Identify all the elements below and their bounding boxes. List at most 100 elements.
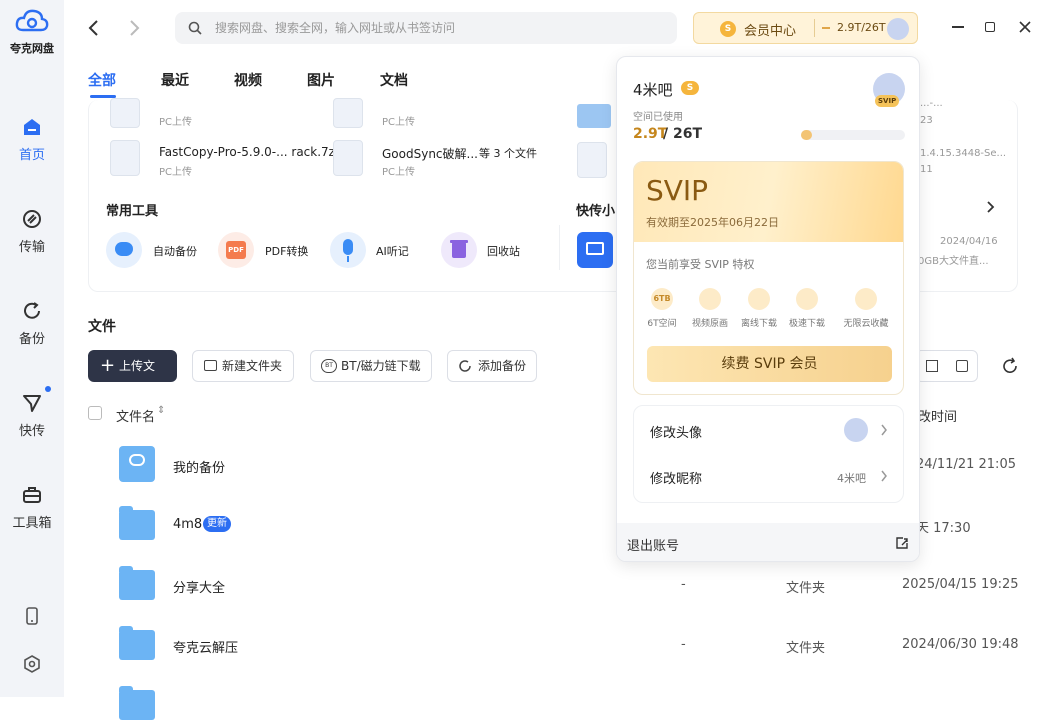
bt-magnet-button[interactable]: BT BT/磁力链下载	[310, 350, 432, 382]
change-nickname-label: 修改昵称	[650, 472, 703, 487]
sidebar-item-label: 快传	[18, 424, 45, 439]
logout-row[interactable]: 退出账号	[617, 523, 919, 561]
tab-recent[interactable]: 最近	[161, 70, 189, 90]
chevron-left-icon	[88, 20, 98, 36]
logout-icon	[896, 537, 908, 549]
privilege-video: 视频原画	[686, 288, 734, 329]
file-icon	[577, 142, 607, 178]
recent-file-sub: PC上传	[382, 167, 416, 178]
trash-icon	[441, 232, 477, 268]
tools-title: 常用工具	[106, 204, 159, 219]
chevron-right-icon	[130, 20, 140, 36]
member-center-button[interactable]: S 会员中心 2.9T/26T	[693, 12, 918, 44]
minimize-button[interactable]	[952, 26, 964, 28]
file-time: 2025/04/15 19:25	[902, 577, 1019, 592]
divider	[814, 19, 815, 37]
avatar	[887, 18, 909, 40]
quick-date: 2024/04/16	[940, 236, 998, 247]
transfer-icon	[23, 210, 41, 228]
refresh-button[interactable]	[1001, 357, 1019, 379]
tab-all[interactable]: 全部	[88, 70, 116, 90]
quick-desc: 0GB大文件直...	[918, 256, 989, 267]
file-name[interactable]: 4m8	[173, 517, 202, 532]
change-avatar-row[interactable]: 修改头像	[634, 406, 903, 454]
close-button[interactable]	[1018, 20, 1032, 38]
microphone-icon	[330, 232, 366, 268]
tab-image[interactable]: 图片	[307, 70, 335, 90]
maximize-button[interactable]	[985, 22, 995, 32]
tab-video[interactable]: 视频	[234, 70, 262, 90]
sidebar-item-toolbox[interactable]: 工具箱	[0, 484, 64, 531]
video-icon	[699, 288, 721, 310]
recent-file-name-partial: ...-...	[920, 98, 943, 109]
view-toggle	[915, 350, 978, 382]
column-header-time[interactable]: 改时间	[918, 406, 957, 425]
recent-file-sub: PC上传	[159, 167, 193, 178]
storage-progress-fill	[801, 130, 813, 140]
app-logo[interactable]: 夸克网盘	[0, 8, 64, 56]
select-all-checkbox[interactable]	[88, 406, 102, 420]
privilege-speed: 极速下载	[783, 288, 831, 329]
sidebar-item-home[interactable]: 首页	[0, 116, 64, 163]
storage-progress-bar	[801, 130, 905, 140]
recent-file-count: 等 3 个文件	[479, 147, 537, 160]
storage-text: 2.9T/26T	[837, 21, 886, 34]
cloud-collect-icon	[855, 288, 877, 310]
column-header-name[interactable]: 文件名	[116, 406, 155, 425]
grid-view-icon[interactable]	[926, 360, 938, 372]
backup-icon	[24, 302, 40, 319]
sort-icon[interactable]: ⇕	[157, 405, 165, 416]
back-button[interactable]	[85, 18, 103, 42]
phone-icon[interactable]	[23, 607, 41, 629]
recent-file-sub: 11	[920, 164, 933, 175]
file-icon	[577, 104, 611, 128]
folder-icon	[119, 506, 155, 540]
sidebar: 夸克网盘 首页 传输 备份 快传 工具箱	[0, 0, 64, 697]
cloud-logo-icon	[15, 9, 49, 32]
chevron-right-icon	[881, 470, 887, 482]
sidebar-item-quick-send[interactable]: 快传	[0, 392, 64, 439]
refresh-icon	[1003, 357, 1017, 373]
search-input[interactable]: 搜索网盘、搜索全网，输入网址或从书签访问	[175, 12, 677, 44]
add-backup-label: 添加备份	[478, 359, 527, 373]
thumbnail-view-icon[interactable]	[956, 360, 968, 372]
close-icon	[1019, 21, 1031, 33]
recent-file-name[interactable]: FastCopy-Pro-5.9.0-... rack.7z	[159, 145, 335, 159]
settings-icon[interactable]	[23, 655, 41, 677]
renew-svip-button[interactable]: 续费 SVIP 会员	[647, 346, 892, 382]
file-name[interactable]: 夸克云解压	[173, 637, 238, 656]
popup-username: 4米吧	[633, 81, 673, 99]
upload-button[interactable]: + 上传文件	[88, 350, 177, 403]
privilege-storage: 6TB 6T空间	[638, 288, 686, 329]
member-center-label: 会员中心	[744, 24, 797, 39]
tool-ai-listen[interactable]: AI听记	[330, 232, 430, 268]
logout-label: 退出账号	[627, 539, 680, 554]
toolbox-icon	[23, 487, 41, 503]
update-badge: 更新	[203, 516, 231, 532]
quick-send-device-icon[interactable]	[577, 232, 613, 268]
recent-file-name[interactable]: 1.4.15.3448-Se...	[920, 148, 1006, 159]
app-name: 夸克网盘	[10, 42, 54, 55]
lightning-icon	[796, 288, 818, 310]
add-backup-button[interactable]: 添加备份	[447, 350, 537, 382]
tool-pdf-convert[interactable]: PDF PDF转换	[218, 232, 318, 268]
zip-file-icon	[333, 140, 363, 176]
recent-file-name[interactable]: GoodSync破解...	[382, 145, 478, 162]
forward-button[interactable]	[125, 18, 143, 42]
sidebar-item-transfer[interactable]: 传输	[0, 208, 64, 255]
quick-next-button[interactable]	[985, 200, 997, 218]
files-section-title: 文件	[88, 319, 116, 335]
quick-send-icon	[23, 395, 41, 412]
sidebar-item-label: 首页	[18, 148, 45, 163]
sidebar-item-backup[interactable]: 备份	[0, 300, 64, 347]
tool-recycle-bin[interactable]: 回收站	[441, 232, 541, 268]
file-name[interactable]: 分享大全	[173, 577, 225, 596]
chevron-right-icon	[987, 201, 995, 213]
notification-dot	[45, 386, 51, 392]
change-avatar-label: 修改头像	[650, 426, 703, 441]
privilege-collect: 无限云收藏	[831, 288, 901, 329]
file-name[interactable]: 我的备份	[173, 457, 225, 476]
change-nickname-row[interactable]: 修改昵称 4米吧	[634, 454, 903, 502]
tab-document[interactable]: 文档	[380, 70, 408, 90]
new-folder-button[interactable]: 新建文件夹	[192, 350, 294, 382]
